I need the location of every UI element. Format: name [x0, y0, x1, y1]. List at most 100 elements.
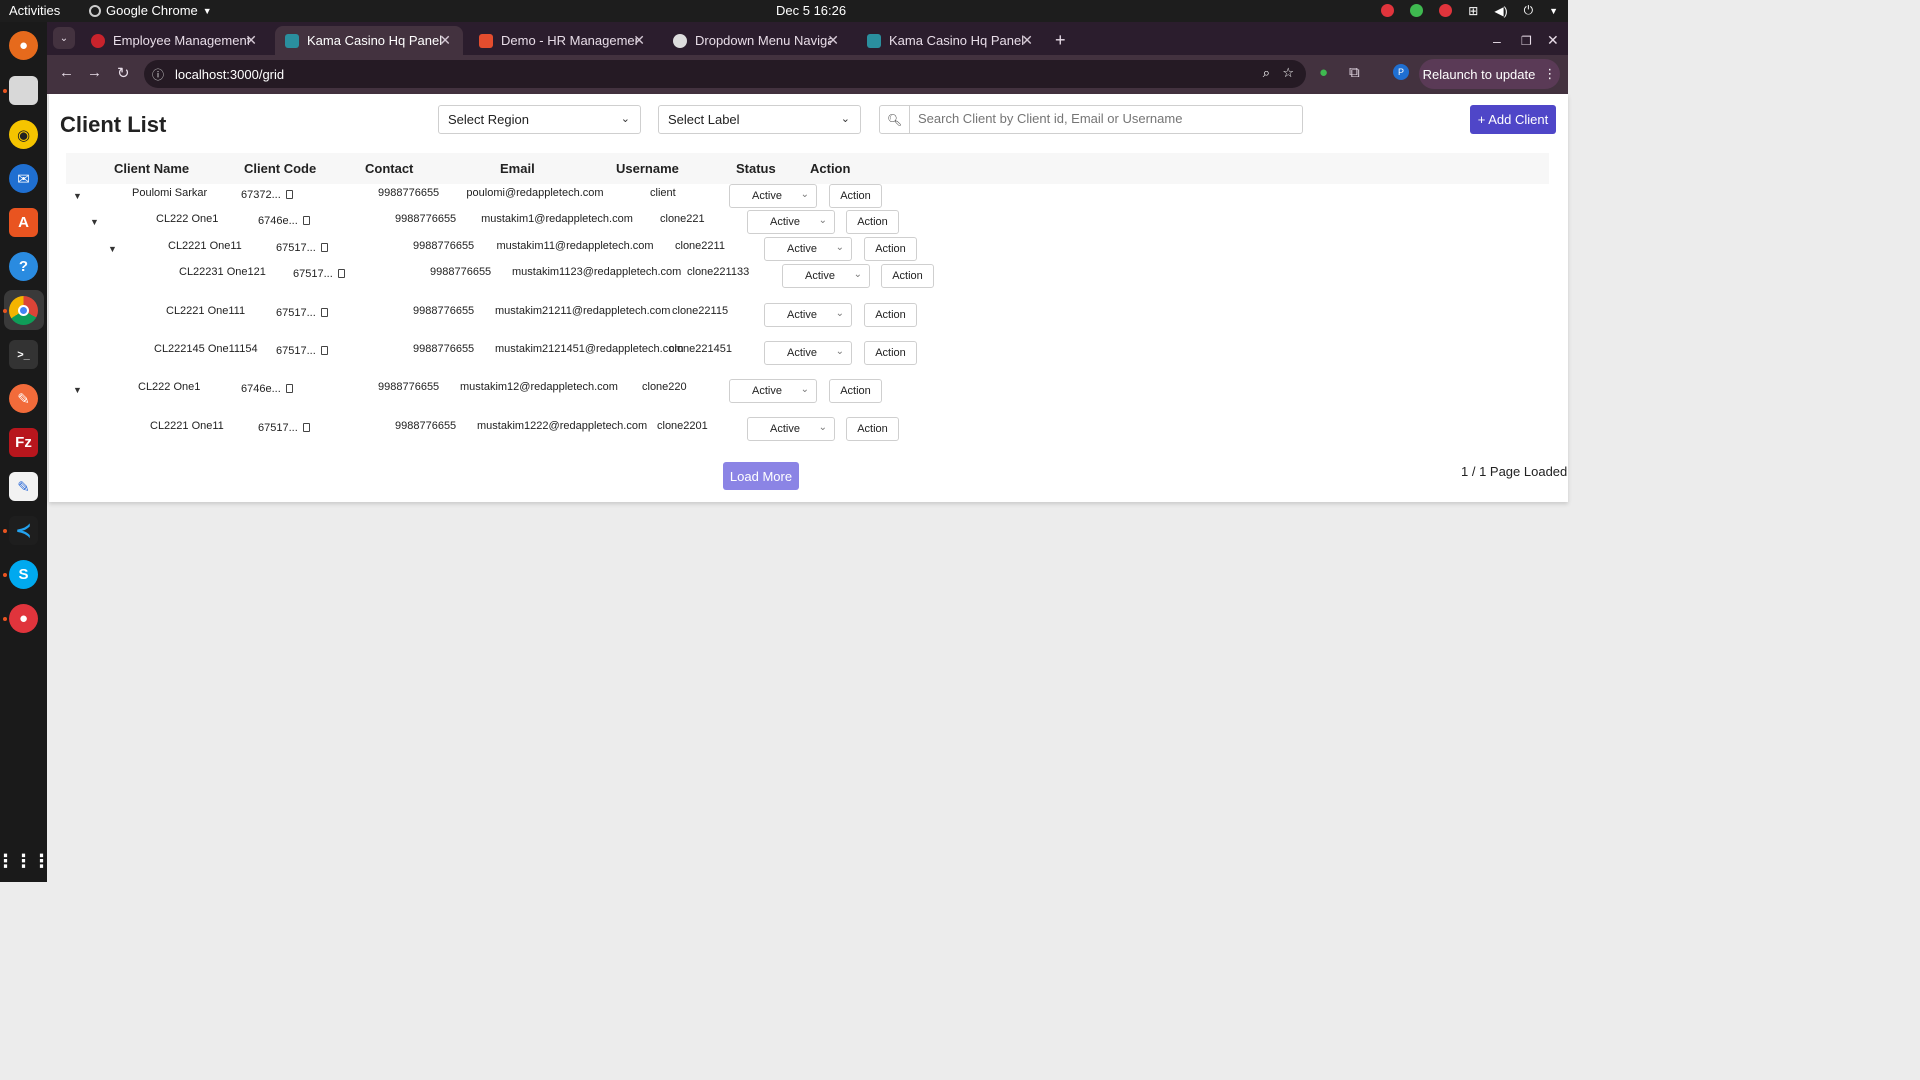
extensions-puzzle-icon[interactable]: ⧉	[1349, 64, 1360, 81]
volume-icon[interactable]: ◀)	[1494, 4, 1507, 18]
copy-icon[interactable]	[320, 242, 328, 252]
network-icon[interactable]: ⊞	[1468, 4, 1478, 18]
profile-avatar[interactable]: P	[1393, 64, 1409, 80]
window-close-button[interactable]: ✕	[1547, 26, 1559, 55]
tab-search-button[interactable]: ⌄	[53, 27, 75, 49]
column-header-email[interactable]: Email	[500, 161, 535, 176]
status-select[interactable]: Active ⌄	[782, 264, 870, 288]
files-icon[interactable]	[9, 76, 38, 105]
clock[interactable]: Dec 5 16:26	[776, 3, 846, 18]
copy-icon[interactable]	[285, 189, 293, 199]
rhythmbox-icon[interactable]: ◉	[9, 120, 38, 149]
region-select[interactable]: Select Region ⌄	[438, 105, 641, 134]
action-button[interactable]: Action	[864, 341, 917, 365]
column-header-contact[interactable]: Contact	[365, 161, 413, 176]
minimize-button[interactable]: –	[1493, 26, 1501, 55]
status-select[interactable]: Active ⌄	[747, 417, 835, 441]
help-icon[interactable]: ?	[9, 252, 38, 281]
system-tray[interactable]: ⊞ ◀) ⏻ ▼	[1381, 3, 1558, 18]
collapse-toggle-icon[interactable]: ▼	[73, 191, 82, 201]
action-button[interactable]: Action	[846, 210, 899, 234]
activities-button[interactable]: Activities	[9, 3, 60, 18]
status-select[interactable]: Active ⌄	[764, 341, 852, 365]
email: mustakim2121451@redappletech.com	[495, 343, 684, 355]
tab-demo-hr-management[interactable]: Demo - HR Management ✕	[469, 26, 657, 55]
action-button[interactable]: Action	[881, 264, 934, 288]
maximize-button[interactable]: ❐	[1521, 26, 1532, 55]
copy-icon[interactable]	[285, 383, 293, 393]
username: clone221451	[669, 343, 733, 355]
relaunch-button[interactable]: Relaunch to update ⋮	[1419, 59, 1560, 89]
client-name: CL2221 One111	[166, 305, 246, 317]
status-select[interactable]: Active ⌄	[729, 379, 817, 403]
status-select[interactable]: Active ⌄	[764, 237, 852, 261]
action-button[interactable]: Action	[864, 303, 917, 327]
no-entry-icon[interactable]	[1439, 4, 1453, 17]
close-icon[interactable]: ✕	[1021, 32, 1033, 49]
site-info-icon[interactable]: ⓘ	[152, 66, 164, 83]
skype-icon[interactable]: S	[9, 560, 38, 589]
forward-icon[interactable]: →	[87, 64, 102, 81]
chrome-icon[interactable]	[9, 296, 38, 325]
firefox-icon[interactable]: ●	[9, 31, 38, 60]
copy-icon[interactable]	[302, 422, 310, 432]
reload-icon[interactable]: ↻	[117, 64, 130, 82]
zoom-icon[interactable]: ⌕	[1263, 65, 1270, 81]
power-icon[interactable]: ⏻	[1524, 3, 1534, 18]
tab-employee-management[interactable]: Employee Management ✕	[81, 26, 269, 55]
status-value: Active	[770, 423, 800, 435]
software-center-icon[interactable]: A	[9, 208, 38, 237]
app-grid-icon[interactable]: ⋮⋮⋮	[0, 847, 51, 876]
copy-icon[interactable]	[320, 307, 328, 317]
close-icon[interactable]: ✕	[827, 32, 839, 49]
column-header-username[interactable]: Username	[616, 161, 679, 176]
tab-kama-casino-hq-panel[interactable]: Kama Casino Hq Panel ✕	[275, 26, 463, 55]
thunderbird-icon[interactable]: ✉	[9, 164, 38, 193]
client-code-text: 67517...	[293, 268, 333, 280]
collapse-toggle-icon[interactable]: ▼	[90, 217, 99, 227]
new-tab-button[interactable]: +	[1055, 26, 1073, 55]
status-select[interactable]: Active ⌄	[747, 210, 835, 234]
load-more-button[interactable]: Load More	[723, 462, 799, 490]
check-icon[interactable]	[1410, 4, 1424, 17]
tomato-timer-icon[interactable]: ●	[9, 604, 38, 633]
close-icon[interactable]: ✕	[245, 32, 257, 49]
text-editor-icon[interactable]: ✎	[9, 472, 38, 501]
close-icon[interactable]: ✕	[439, 32, 451, 49]
column-header-client-code[interactable]: Client Code	[244, 161, 316, 176]
bookmark-star-icon[interactable]: ☆	[1282, 65, 1294, 81]
caret-down-icon[interactable]: ▼	[1549, 6, 1558, 16]
terminal-icon[interactable]: >_	[9, 340, 38, 369]
search-input[interactable]	[918, 111, 1288, 126]
action-button[interactable]: Action	[846, 417, 899, 441]
collapse-toggle-icon[interactable]: ▼	[73, 385, 82, 395]
copy-icon[interactable]	[337, 268, 345, 278]
column-header-status[interactable]: Status	[736, 161, 776, 176]
client-search[interactable]: 🔍︎	[879, 105, 1303, 134]
back-icon[interactable]: ←	[59, 64, 74, 81]
filezilla-icon[interactable]: Fz	[9, 428, 38, 457]
tomato-icon[interactable]	[1381, 4, 1395, 17]
action-button[interactable]: Action	[829, 379, 882, 403]
label-select[interactable]: Select Label ⌄	[658, 105, 861, 134]
extension-android-icon[interactable]: ●	[1319, 64, 1328, 81]
copy-icon[interactable]	[320, 345, 328, 355]
status-select[interactable]: Active ⌄	[764, 303, 852, 327]
tab-kama-casino-hq-panel-2[interactable]: Kama Casino Hq Panel ✕	[857, 26, 1045, 55]
action-button[interactable]: Action	[829, 184, 882, 208]
url-text[interactable]: localhost:3000/grid	[175, 67, 284, 82]
tab-dropdown-menu-navigation[interactable]: Dropdown Menu Naviga ✕	[663, 26, 851, 55]
search-icon[interactable]: 🔍︎	[880, 106, 910, 133]
close-icon[interactable]: ✕	[633, 32, 645, 49]
collapse-toggle-icon[interactable]: ▼	[108, 244, 117, 254]
action-button[interactable]: Action	[864, 237, 917, 261]
column-header-client-name[interactable]: Client Name	[114, 161, 189, 176]
address-bar[interactable]: ⓘ localhost:3000/grid ⌕ ☆	[144, 60, 1306, 88]
add-client-button[interactable]: + Add Client	[1470, 105, 1556, 134]
copy-icon[interactable]	[302, 215, 310, 225]
vscode-icon[interactable]: ≺	[9, 516, 38, 545]
status-select[interactable]: Active ⌄	[729, 184, 817, 208]
column-header-action[interactable]: Action	[810, 161, 850, 176]
app-menu[interactable]: Google Chrome ▼	[89, 3, 212, 18]
postman-icon[interactable]: ✎	[9, 384, 38, 413]
